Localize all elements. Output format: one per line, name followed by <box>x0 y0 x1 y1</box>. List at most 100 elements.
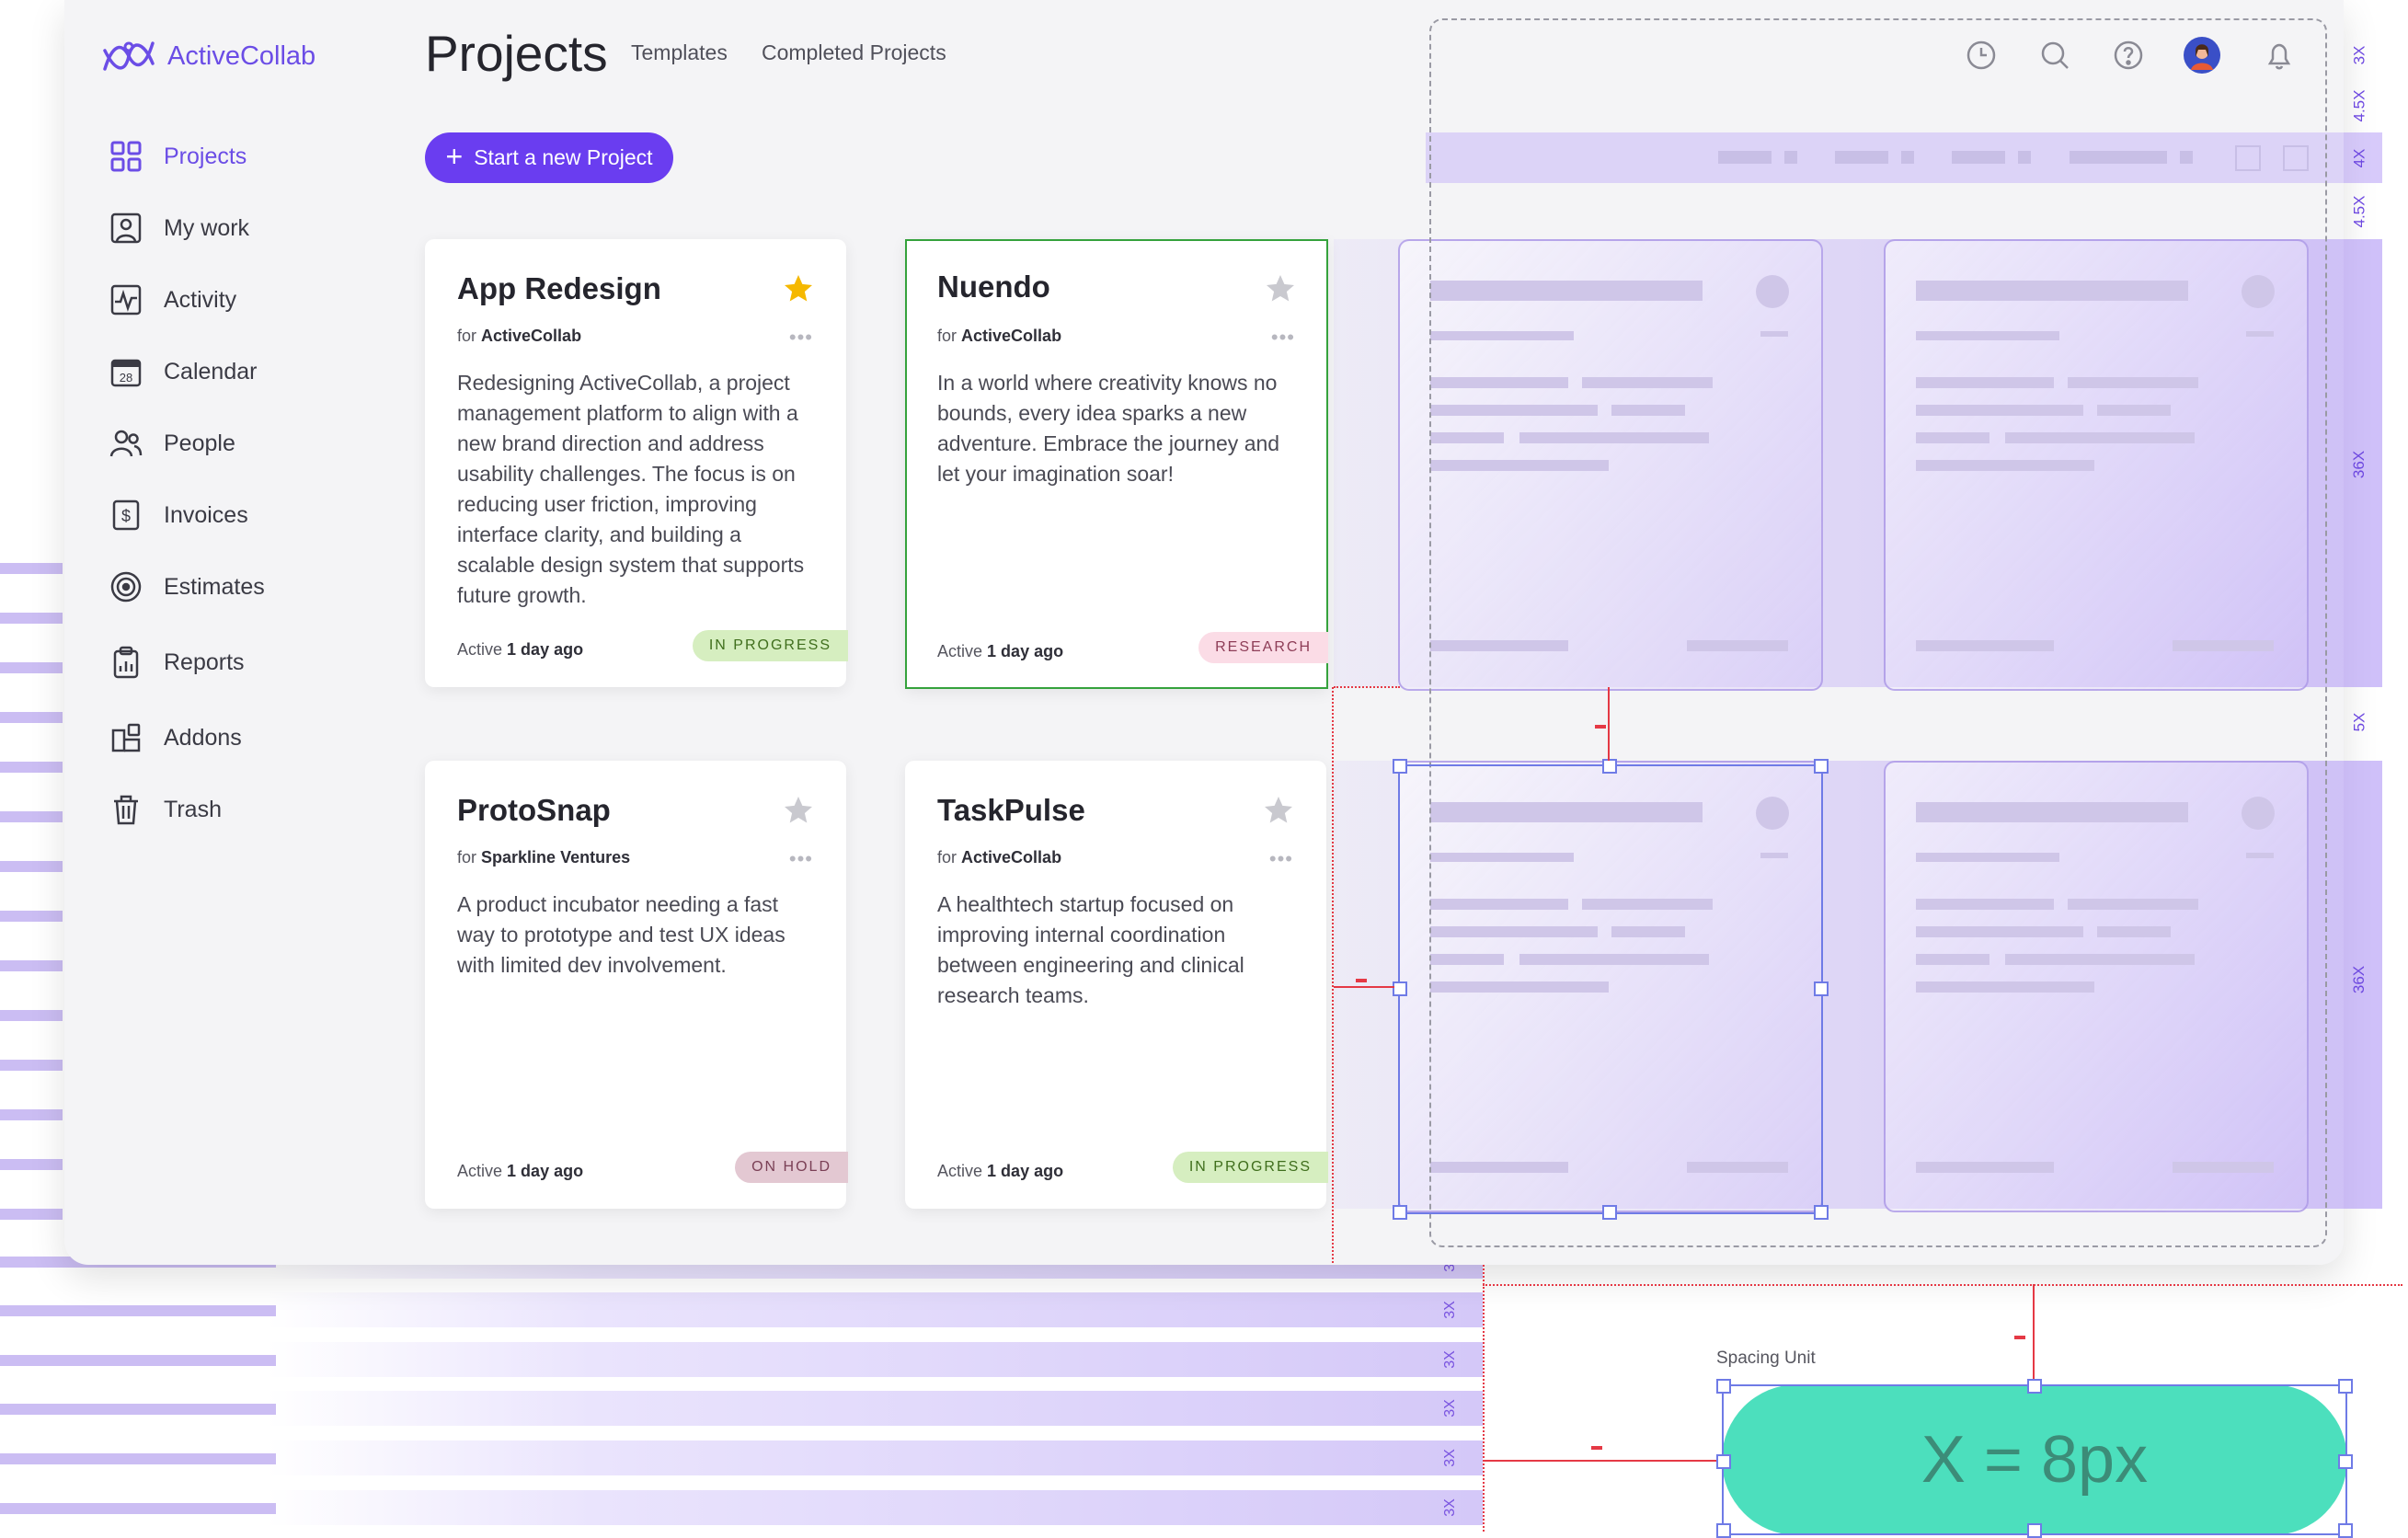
measure-line <box>2033 1284 2035 1383</box>
sidebar-item-invoices[interactable]: $ Invoices <box>109 495 248 535</box>
star-icon[interactable] <box>1264 272 1297 305</box>
spacing-label: 3X <box>1441 1301 1458 1319</box>
resize-handle[interactable] <box>1393 1205 1407 1220</box>
resize-handle[interactable] <box>1814 1205 1829 1220</box>
project-client: for Sparkline Ventures <box>457 848 631 867</box>
resize-handle[interactable] <box>1393 759 1407 774</box>
more-options-icon[interactable]: ••• <box>1271 326 1295 350</box>
trash-icon <box>109 792 143 827</box>
start-new-project-button[interactable]: + Start a new Project <box>425 132 673 183</box>
sidebar-item-estimates[interactable]: Estimates <box>109 567 265 607</box>
guide-line <box>1332 687 1336 1265</box>
status-badge[interactable]: IN PROGRESS <box>1172 1152 1328 1183</box>
spacing-label: 36X <box>2350 965 2368 994</box>
measure-line <box>1608 687 1610 761</box>
project-client: for ActiveCollab <box>457 327 582 345</box>
spacing-label: 4.5X <box>2350 89 2368 122</box>
activity-icon <box>109 282 143 317</box>
sidebar-item-label: Reports <box>164 648 245 675</box>
sidebar-item-label: Calendar <box>164 358 258 384</box>
brand-name: ActiveCollab <box>167 40 316 71</box>
sidebar-item-my-work[interactable]: My work <box>109 208 249 248</box>
clipboard-icon <box>109 645 143 680</box>
page-title: Projects <box>425 25 608 82</box>
guide-line <box>1483 1284 2402 1286</box>
project-last-active: Active 1 day ago <box>937 642 1064 660</box>
sidebar-item-label: Addons <box>164 724 242 751</box>
resize-handle[interactable] <box>1716 1454 1731 1469</box>
project-title: TaskPulse <box>937 793 1085 827</box>
sidebar-item-label: Activity <box>164 286 237 313</box>
tab-templates[interactable]: Templates <box>631 40 728 65</box>
sidebar-item-activity[interactable]: Activity <box>109 280 236 320</box>
measure-line <box>1485 1460 1722 1462</box>
more-options-icon[interactable]: ••• <box>789 847 813 871</box>
spacing-label: 4.5X <box>2350 195 2368 228</box>
sidebar-item-reports[interactable]: Reports <box>109 642 245 683</box>
spacing-label: 5X <box>2349 712 2368 732</box>
project-description: A healthtech startup focused on improvin… <box>937 892 1244 1007</box>
project-card[interactable]: TaskPulse for ActiveCollab ••• A healtht… <box>905 761 1328 1209</box>
sidebar-item-label: Projects <box>164 143 247 169</box>
project-client: for ActiveCollab <box>937 848 1062 867</box>
new-project-label: Start a new Project <box>474 145 653 169</box>
resize-handle[interactable] <box>1602 759 1617 774</box>
addons-icon <box>109 720 143 755</box>
target-icon <box>109 569 143 604</box>
project-title: Nuendo <box>937 270 1050 304</box>
resize-handle[interactable] <box>2027 1379 2042 1394</box>
more-options-icon[interactable]: ••• <box>789 326 813 350</box>
project-description: A product incubator needing a fast way t… <box>457 892 785 977</box>
calendar-icon: 28 <box>109 354 143 389</box>
spacing-unit-caption: Spacing Unit <box>1716 1349 1816 1368</box>
project-card[interactable]: Nuendo for ActiveCollab ••• In a world w… <box>905 239 1328 689</box>
spacing-label: 3X <box>2349 45 2368 65</box>
resize-handle[interactable] <box>1716 1379 1731 1394</box>
sidebar-item-label: Estimates <box>164 573 265 600</box>
plus-icon: + <box>445 140 464 173</box>
sidebar-item-people[interactable]: People <box>109 423 235 464</box>
user-square-icon <box>109 211 143 246</box>
more-options-icon[interactable]: ••• <box>1269 847 1293 871</box>
star-icon[interactable] <box>782 272 815 305</box>
resize-handle[interactable] <box>1393 981 1407 996</box>
sidebar-item-projects[interactable]: Projects <box>109 136 247 177</box>
status-badge[interactable]: RESEARCH <box>1198 632 1328 663</box>
resize-handle[interactable] <box>1814 981 1829 996</box>
measure-marker <box>1595 725 1606 729</box>
project-card[interactable]: ProtoSnap for Sparkline Ventures ••• A p… <box>425 761 848 1209</box>
app-window: ActiveCollab Projects My work Activity 2… <box>64 0 2344 1265</box>
project-description: In a world where creativity knows no bou… <box>937 371 1280 486</box>
sidebar-item-trash[interactable]: Trash <box>109 789 222 830</box>
spacing-label: 3X <box>1441 1350 1458 1369</box>
sidebar-item-addons[interactable]: Addons <box>109 717 242 758</box>
project-title: App Redesign <box>457 271 661 305</box>
selection-box <box>1398 764 1823 1214</box>
resize-handle[interactable] <box>2338 1454 2353 1469</box>
measure-marker <box>1356 979 1367 982</box>
project-last-active: Active 1 day ago <box>937 1162 1064 1180</box>
app-logo[interactable]: ActiveCollab <box>101 33 315 79</box>
sidebar-item-calendar[interactable]: 28 Calendar <box>109 351 257 392</box>
tab-completed-projects[interactable]: Completed Projects <box>762 40 946 65</box>
spacing-label: 4X <box>2349 148 2368 168</box>
activecollab-logo-icon <box>103 41 155 71</box>
project-client: for ActiveCollab <box>937 327 1062 345</box>
grid-icon <box>109 139 143 174</box>
resize-handle[interactable] <box>1814 759 1829 774</box>
project-description: Redesigning ActiveCollab, a project mana… <box>457 371 805 607</box>
status-badge[interactable]: ON HOLD <box>735 1152 848 1183</box>
resize-handle[interactable] <box>1602 1205 1617 1220</box>
star-icon[interactable] <box>1262 794 1295 827</box>
selection-box <box>1722 1384 2347 1535</box>
status-badge[interactable]: IN PROGRESS <box>692 630 848 661</box>
star-icon[interactable] <box>782 794 815 827</box>
svg-text:$: $ <box>121 507 131 525</box>
resize-handle[interactable] <box>2338 1379 2353 1394</box>
project-card[interactable]: App Redesign for ActiveCollab ••• Redesi… <box>425 239 848 687</box>
guide-line <box>1334 686 1400 688</box>
guide-line <box>1483 1265 1485 1532</box>
invoice-icon: $ <box>109 498 143 533</box>
sidebar-item-label: Invoices <box>164 501 248 528</box>
measure-marker <box>2014 1336 2025 1339</box>
